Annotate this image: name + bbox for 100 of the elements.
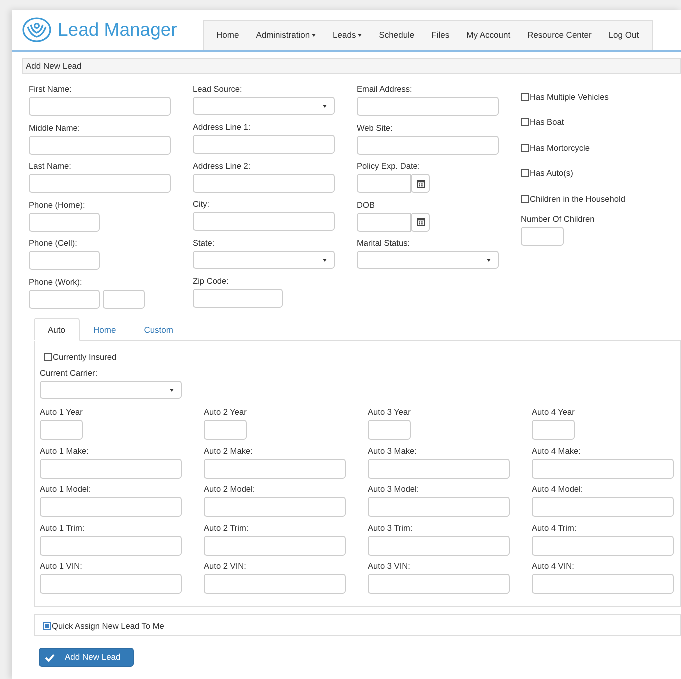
caret-icon [323, 105, 327, 108]
input-field[interactable] [368, 420, 411, 440]
input-field[interactable] [204, 574, 346, 594]
field-label: State: [193, 236, 216, 250]
input-field[interactable] [532, 536, 674, 556]
field-label: Auto 3 Year [368, 406, 412, 419]
input-field[interactable] [40, 497, 182, 517]
nav-link[interactable]: Resource Center [519, 29, 600, 42]
input-field[interactable] [532, 458, 674, 478]
field-label: Auto 2 Year [204, 406, 248, 419]
input-field[interactable] [521, 226, 564, 246]
input-field[interactable] [193, 174, 335, 192]
field-label: Marital Status: [357, 237, 412, 250]
nav-link[interactable]: Schedule [370, 29, 424, 42]
nav-link[interactable]: Log Out [600, 29, 648, 42]
field-label: Auto 4 Make: [532, 444, 582, 458]
checkbox[interactable] [43, 622, 51, 630]
field-label: Auto 1 Trim: [40, 522, 86, 534]
field-label: Auto 1 Model: [40, 483, 92, 496]
checkbox[interactable] [521, 92, 529, 101]
input-field[interactable] [29, 290, 100, 308]
checkbox-label: Has Auto(s) [530, 167, 574, 180]
date-picker-button[interactable] [411, 212, 430, 232]
field-label: Auto 4 Trim: [532, 522, 578, 534]
checkbox-label: Has Multiple Vehicles [530, 90, 609, 103]
input-field[interactable] [368, 497, 510, 517]
field-label: DOB [357, 198, 376, 212]
field-label: Address Line 2: [193, 160, 252, 172]
checkbox[interactable] [521, 194, 529, 203]
field-label: Auto 2 Model: [204, 483, 256, 496]
nav-link[interactable]: Administration [248, 29, 325, 42]
nav-link[interactable]: Files [423, 29, 458, 42]
input-field[interactable] [29, 97, 171, 116]
field-label: Auto 2 Trim: [204, 522, 250, 534]
input-field[interactable] [29, 136, 171, 154]
input-field[interactable] [532, 574, 674, 594]
checkbox[interactable] [44, 353, 52, 361]
checkbox[interactable] [521, 169, 529, 178]
tab[interactable]: Auto [34, 318, 80, 341]
input-field[interactable] [193, 135, 335, 154]
field-label: Address Line 1: [193, 121, 252, 134]
input-field[interactable] [532, 497, 674, 517]
field-label: Auto 1 VIN: [40, 560, 84, 573]
input-field[interactable] [532, 420, 575, 440]
input-field[interactable] [29, 174, 171, 193]
calendar-icon [416, 218, 424, 226]
input-field[interactable] [357, 136, 499, 154]
checkbox-label: Has Boat [530, 116, 564, 128]
tab[interactable]: Home [80, 318, 130, 341]
field-label: Auto 1 Year [40, 406, 84, 419]
checkmark-icon [45, 654, 55, 662]
date-picker-button[interactable] [411, 174, 430, 193]
input-field[interactable] [368, 536, 510, 556]
input-field[interactable] [193, 212, 335, 231]
input-field[interactable] [29, 212, 100, 232]
input-field[interactable] [193, 288, 283, 308]
checkbox-label: Has Mortorcycle [530, 142, 590, 154]
field-label: Web Site: [357, 122, 394, 134]
input-field[interactable] [368, 458, 510, 478]
input-field[interactable] [103, 290, 145, 308]
input-field[interactable] [40, 574, 182, 594]
input-field[interactable] [368, 574, 510, 594]
field-label: Policy Exp. Date: [357, 160, 422, 173]
field-label: Auto 4 Year [532, 406, 576, 419]
input-field[interactable] [40, 420, 83, 440]
input-field[interactable] [204, 458, 346, 478]
select-field[interactable] [193, 250, 335, 268]
checkbox[interactable] [521, 144, 529, 152]
field-label: Auto 2 VIN: [204, 560, 248, 573]
input-field[interactable] [40, 458, 182, 478]
nav-link[interactable]: Home [208, 29, 248, 42]
input-field[interactable] [40, 536, 182, 556]
input-field[interactable] [29, 251, 100, 270]
input-field[interactable] [357, 212, 411, 232]
app-title: Lead Manager [58, 18, 178, 42]
select-field[interactable] [357, 251, 499, 269]
nav-link[interactable]: Leads [324, 29, 371, 42]
input-field[interactable] [357, 97, 499, 116]
input-field[interactable] [204, 420, 247, 440]
checkbox[interactable] [521, 118, 529, 126]
field-label: Current Carrier: [40, 367, 99, 380]
nav-link[interactable]: My Account [458, 29, 520, 42]
field-label: Auto 4 Model: [532, 483, 584, 496]
field-label: First Name: [29, 83, 73, 96]
select-field[interactable] [193, 97, 335, 115]
input-field[interactable] [204, 536, 346, 556]
input-field[interactable] [357, 174, 411, 193]
logo-icon [22, 17, 52, 43]
add-lead-button[interactable]: Add New Lead [39, 648, 134, 667]
field-label: Auto 2 Make: [204, 444, 254, 458]
field-label: Email Address: [357, 83, 414, 96]
select-field[interactable] [40, 381, 182, 399]
tab[interactable]: Custom [130, 318, 188, 341]
field-label: Phone (Home): [29, 198, 86, 212]
input-field[interactable] [204, 497, 346, 517]
field-label: Auto 3 Trim: [368, 522, 414, 534]
checkbox-label: Children in the Household [530, 192, 626, 205]
field-label: Auto 3 Make: [368, 444, 418, 458]
field-label: Auto 3 Model: [368, 483, 420, 496]
field-label: Zip Code: [193, 274, 230, 288]
